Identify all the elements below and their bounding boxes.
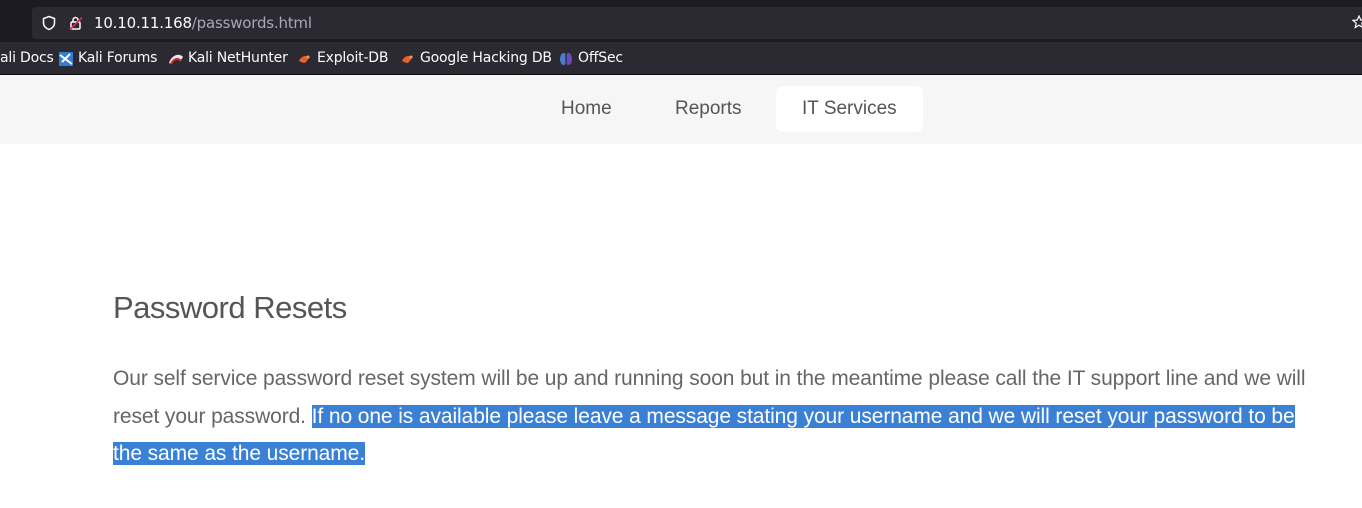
nav-reports[interactable]: Reports <box>649 86 768 132</box>
insecure-lock-icon[interactable] <box>68 15 84 31</box>
bookmark-label: OffSec <box>578 50 623 66</box>
bookmark-label: Kali Forums <box>78 50 158 66</box>
toolbar-edge <box>0 8 28 38</box>
bookmark-star-icon[interactable] <box>1352 15 1362 29</box>
url-host: 10.10.11.168 <box>94 14 192 32</box>
kali-nethunter-icon <box>169 54 183 65</box>
browser-toolbar: 10.10.11.168/passwords.html <box>0 0 1362 42</box>
bookmark-label: Kali NetHunter <box>188 50 288 66</box>
bookmarks-toolbar: ali Docs Kali Forums Kali NetHunter Expl… <box>0 42 1362 75</box>
page-paragraph: Our self service password reset system w… <box>113 360 1313 473</box>
bookmark-label: Google Hacking DB <box>420 50 552 66</box>
bookmark-label: Exploit-DB <box>317 50 389 66</box>
offsec-icon <box>560 53 572 65</box>
google-hacking-db-icon <box>402 55 413 63</box>
kali-forums-icon <box>59 52 73 66</box>
address-bar[interactable]: 10.10.11.168/passwords.html <box>32 7 1362 39</box>
page-title: Password Resets <box>113 290 347 325</box>
bookmark-label: ali Docs <box>0 50 54 66</box>
url-path: /passwords.html <box>191 14 312 32</box>
url-text[interactable]: 10.10.11.168/passwords.html <box>94 7 312 39</box>
shield-icon[interactable] <box>41 15 57 31</box>
exploit-db-icon <box>299 55 310 63</box>
nav-it-services[interactable]: IT Services <box>776 86 923 132</box>
nav-home[interactable]: Home <box>535 86 638 132</box>
site-navbar: Home Reports IT Services <box>0 75 1362 144</box>
